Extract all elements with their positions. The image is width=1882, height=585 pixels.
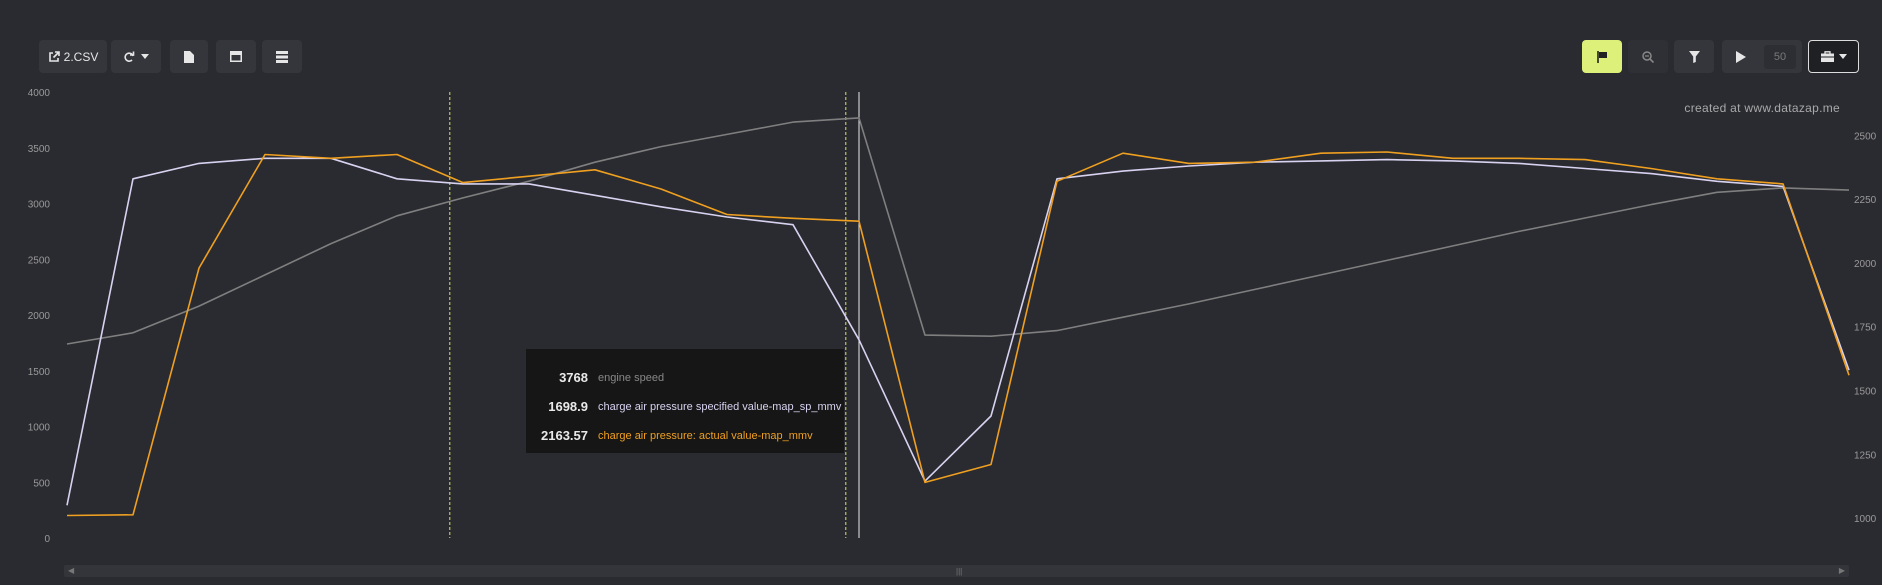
tooltip-label: charge air pressure specified value-map_… [598, 400, 842, 413]
tooltip-value: 2163.57 [541, 428, 588, 443]
horizontal-scrollbar[interactable]: ◀ ||| ▶ [64, 565, 1849, 577]
right-tick-label: 1500 [1854, 387, 1877, 398]
left-tick-label: 1500 [28, 367, 51, 378]
tooltip-label: engine speed [598, 371, 665, 384]
tooltip-row-engine-speed: 3768 engine speed [526, 363, 844, 392]
right-tick-label: 1250 [1854, 450, 1877, 461]
tooltip-value: 1698.9 [548, 399, 588, 414]
left-tick-label: 4000 [28, 88, 51, 99]
left-tick-label: 2000 [28, 311, 51, 322]
tooltip-label: charge air pressure: actual value-map_mm… [598, 429, 813, 442]
series-line-0 [66, 117, 1850, 345]
right-axis: 1000 1250 1500 1750 2000 2250 2500 [1854, 131, 1877, 525]
scroll-right-icon[interactable]: ▶ [1839, 566, 1845, 575]
left-tick-label: 3000 [28, 200, 51, 211]
right-tick-label: 1000 [1854, 514, 1877, 525]
scroll-left-icon[interactable]: ◀ [68, 566, 74, 575]
scroll-grip-icon[interactable]: ||| [956, 567, 962, 576]
markers [449, 92, 860, 538]
series-line-2 [66, 151, 1850, 517]
left-tick-label: 500 [33, 478, 50, 489]
series-lines [66, 117, 1850, 517]
right-tick-label: 1750 [1854, 323, 1877, 334]
right-tick-label: 2500 [1854, 131, 1877, 142]
tooltip: 3768 engine speed 1698.9 charge air pres… [526, 349, 844, 453]
right-tick-label: 2000 [1854, 259, 1877, 270]
tooltip-row-specified: 1698.9 charge air pressure specified val… [526, 392, 844, 421]
left-tick-label: 3500 [28, 144, 51, 155]
series-line-1 [66, 157, 1850, 506]
line-chart[interactable]: 0 500 1000 1500 2000 2500 3000 3500 4000 1000 125… [0, 0, 1882, 585]
tooltip-value: 3768 [559, 370, 588, 385]
right-tick-label: 2250 [1854, 195, 1877, 206]
left-axis: 0 500 1000 1500 2000 2500 3000 3500 4000 [28, 88, 51, 545]
left-tick-label: 0 [44, 534, 50, 545]
left-tick-label: 2500 [28, 255, 51, 266]
left-tick-label: 1000 [28, 423, 51, 434]
tooltip-row-actual: 2163.57 charge air pressure: actual valu… [526, 421, 844, 450]
